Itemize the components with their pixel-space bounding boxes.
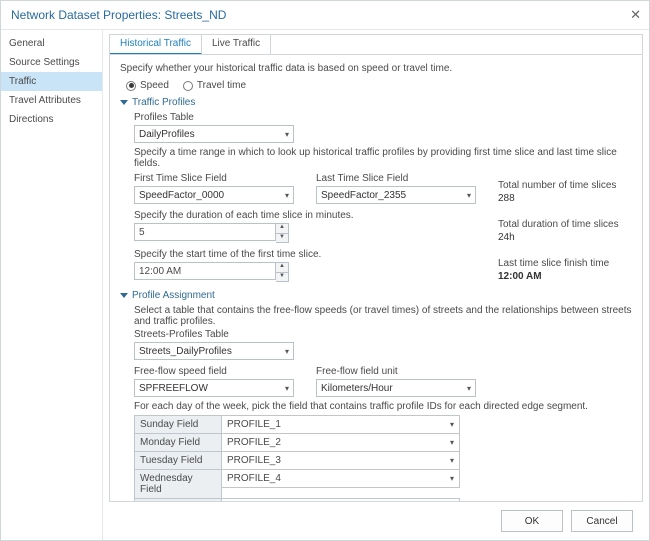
footer: OK Cancel bbox=[109, 502, 643, 540]
radio-travel-label: Travel time bbox=[197, 80, 246, 91]
panel-historical-traffic: Specify whether your historical traffic … bbox=[109, 54, 643, 502]
dialog-body: General Source Settings Traffic Travel A… bbox=[1, 30, 649, 540]
radio-dot-icon bbox=[126, 81, 136, 91]
ff-field-label: Free-flow speed field bbox=[134, 366, 294, 377]
day-header: Tuesday Field bbox=[134, 451, 222, 470]
chevron-down-icon bbox=[120, 100, 128, 105]
profiles-table-label: Profiles Table bbox=[134, 112, 632, 123]
finish-label: Last time slice finish time bbox=[498, 258, 609, 269]
profile-assignment-body: Select a table that contains the free-fl… bbox=[134, 305, 632, 502]
profiles-table-value: DailyProfiles bbox=[139, 129, 195, 140]
sidebar: General Source Settings Traffic Travel A… bbox=[1, 30, 103, 540]
chevron-down-icon: ▾ bbox=[285, 130, 289, 139]
sidebar-item-directions[interactable]: Directions bbox=[1, 110, 102, 129]
spin-up-icon[interactable]: ▲ bbox=[276, 263, 288, 272]
chevron-down-icon: ▾ bbox=[467, 384, 471, 393]
section-traffic-profiles[interactable]: Traffic Profiles bbox=[120, 97, 632, 108]
chevron-down-icon: ▾ bbox=[467, 191, 471, 200]
chevron-down-icon: ▾ bbox=[285, 347, 289, 356]
day-header: Wednesday Field bbox=[134, 469, 222, 499]
table-row: Wednesday FieldPROFILE_4▾ bbox=[134, 470, 632, 499]
dialog: Network Dataset Properties: Streets_ND ✕… bbox=[0, 0, 650, 541]
first-slice-value: SpeedFactor_0000 bbox=[139, 190, 224, 201]
start-row: Specify the start time of the first time… bbox=[134, 247, 632, 282]
tabs: Historical Traffic Live Traffic bbox=[109, 34, 643, 54]
ff-unit-value: Kilometers/Hour bbox=[321, 383, 393, 394]
chevron-down-icon: ▾ bbox=[450, 474, 454, 483]
days-table: Sunday FieldPROFILE_1▾ Monday FieldPROFI… bbox=[134, 416, 632, 502]
main: Historical Traffic Live Traffic Specify … bbox=[103, 30, 649, 540]
day-value-combo[interactable]: PROFILE_2▾ bbox=[222, 433, 460, 452]
ff-unit-label: Free-flow field unit bbox=[316, 366, 476, 377]
last-slice-combo[interactable]: SpeedFactor_2355 ▾ bbox=[316, 186, 476, 204]
radio-speed[interactable]: Speed bbox=[126, 80, 169, 91]
tab-historical-traffic[interactable]: Historical Traffic bbox=[110, 35, 202, 55]
ff-unit-combo[interactable]: Kilometers/Hour ▾ bbox=[316, 379, 476, 397]
ff-field-combo[interactable]: SPFREEFLOW ▾ bbox=[134, 379, 294, 397]
spin-down-icon[interactable]: ▼ bbox=[276, 233, 288, 242]
duration-value: 5 bbox=[139, 227, 145, 238]
table-row: Tuesday FieldPROFILE_3▾ bbox=[134, 452, 632, 470]
sp-table-value: Streets_DailyProfiles bbox=[139, 346, 232, 357]
ok-button[interactable]: OK bbox=[501, 510, 563, 532]
close-icon[interactable]: ✕ bbox=[630, 7, 641, 23]
table-row: Sunday FieldPROFILE_1▾ bbox=[134, 416, 632, 434]
first-slice-combo[interactable]: SpeedFactor_0000 ▾ bbox=[134, 186, 294, 204]
start-value: 12:00 AM bbox=[139, 266, 181, 277]
day-value-combo[interactable]: PROFILE_1▾ bbox=[222, 415, 460, 434]
profiles-table-combo[interactable]: DailyProfiles ▾ bbox=[134, 125, 294, 143]
sidebar-item-source-settings[interactable]: Source Settings bbox=[1, 53, 102, 72]
day-value-combo[interactable]: PROFILE_4▾ bbox=[222, 469, 460, 488]
total-dur-value: 24h bbox=[498, 232, 619, 243]
day-header: Monday Field bbox=[134, 433, 222, 452]
sidebar-item-traffic[interactable]: Traffic bbox=[1, 72, 102, 91]
chevron-down-icon: ▾ bbox=[450, 420, 454, 429]
start-spinner[interactable]: 12:00 AM ▲▼ bbox=[134, 262, 476, 282]
radio-dot-icon bbox=[183, 81, 193, 91]
finish-value: 12:00 AM bbox=[498, 271, 609, 282]
spin-down-icon[interactable]: ▼ bbox=[276, 272, 288, 281]
assign-text: Select a table that contains the free-fl… bbox=[134, 305, 632, 327]
freeflow-row: Free-flow speed field SPFREEFLOW ▾ Free-f… bbox=[134, 364, 632, 397]
total-num-value: 288 bbox=[498, 193, 616, 204]
chevron-down-icon: ▾ bbox=[450, 438, 454, 447]
last-slice-label: Last Time Slice Field bbox=[316, 173, 476, 184]
chevron-down-icon: ▾ bbox=[450, 456, 454, 465]
chevron-down-icon bbox=[120, 293, 128, 298]
table-row: Monday FieldPROFILE_2▾ bbox=[134, 434, 632, 452]
sidebar-item-general[interactable]: General bbox=[1, 34, 102, 53]
section-label: Profile Assignment bbox=[132, 290, 215, 301]
range-text: Specify a time range in which to look up… bbox=[134, 147, 632, 169]
spin-up-icon[interactable]: ▲ bbox=[276, 224, 288, 233]
section-label: Traffic Profiles bbox=[132, 97, 195, 108]
duration-row: Specify the duration of each time slice … bbox=[134, 208, 632, 243]
intro-text: Specify whether your historical traffic … bbox=[120, 63, 632, 74]
slice-row: First Time Slice Field SpeedFactor_0000 ▾… bbox=[134, 171, 632, 204]
radio-speed-label: Speed bbox=[140, 80, 169, 91]
duration-spinner[interactable]: 5 ▲▼ bbox=[134, 223, 476, 243]
total-num-label: Total number of time slices bbox=[498, 180, 616, 191]
start-text: Specify the start time of the first time… bbox=[134, 249, 476, 260]
sidebar-item-travel-attributes[interactable]: Travel Attributes bbox=[1, 91, 102, 110]
radio-travel-time[interactable]: Travel time bbox=[183, 80, 246, 91]
section-profile-assignment[interactable]: Profile Assignment bbox=[120, 290, 632, 301]
sp-table-label: Streets-Profiles Table bbox=[134, 329, 632, 340]
ff-field-value: SPFREEFLOW bbox=[139, 383, 208, 394]
basis-radios: Speed Travel time bbox=[126, 80, 632, 91]
cancel-button[interactable]: Cancel bbox=[571, 510, 633, 532]
tab-live-traffic[interactable]: Live Traffic bbox=[202, 35, 271, 54]
day-value-combo[interactable]: PROFILE_3▾ bbox=[222, 451, 460, 470]
week-text: For each day of the week, pick the field… bbox=[134, 401, 632, 412]
last-slice-value: SpeedFactor_2355 bbox=[321, 190, 406, 201]
first-slice-label: First Time Slice Field bbox=[134, 173, 294, 184]
duration-text: Specify the duration of each time slice … bbox=[134, 210, 476, 221]
sp-table-combo[interactable]: Streets_DailyProfiles ▾ bbox=[134, 342, 294, 360]
chevron-down-icon: ▾ bbox=[285, 384, 289, 393]
chevron-down-icon: ▾ bbox=[285, 191, 289, 200]
day-header: Sunday Field bbox=[134, 415, 222, 434]
traffic-profiles-body: Profiles Table DailyProfiles ▾ Specify a … bbox=[134, 112, 632, 282]
total-dur-label: Total duration of time slices bbox=[498, 219, 619, 230]
dialog-title: Network Dataset Properties: Streets_ND bbox=[11, 8, 226, 22]
titlebar: Network Dataset Properties: Streets_ND ✕ bbox=[1, 1, 649, 30]
